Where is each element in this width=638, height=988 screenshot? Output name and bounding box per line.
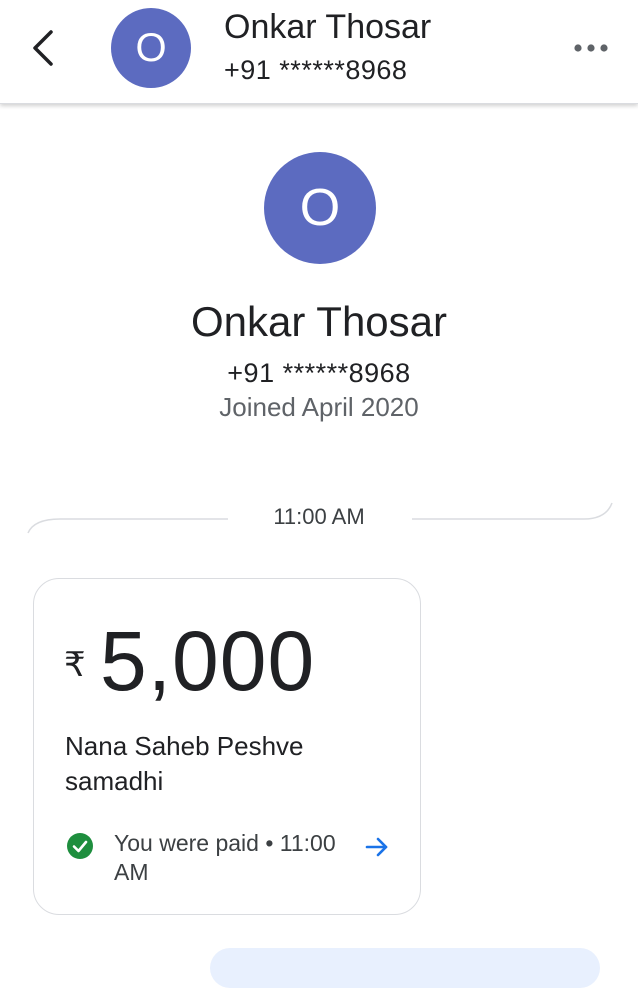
app-header: O Onkar Thosar +91 ******8968 bbox=[0, 0, 638, 104]
avatar[interactable]: O bbox=[111, 8, 191, 88]
contact-phone: +91 ******8968 bbox=[224, 55, 408, 85]
profile-phone: +91 ******8968 bbox=[227, 358, 411, 388]
payment-status: You were paid • 11:00 AM bbox=[66, 829, 406, 889]
profile-joined-date: Joined April 2020 bbox=[219, 392, 419, 422]
check-circle-icon bbox=[67, 833, 93, 859]
currency-symbol: ₹ bbox=[64, 646, 86, 684]
payment-note: Nana Saheb Peshve samadhi bbox=[65, 731, 304, 796]
payment-amount: 5,000 bbox=[100, 614, 316, 708]
profile-name: Onkar Thosar bbox=[191, 298, 447, 345]
more-horizontal-icon bbox=[574, 44, 608, 52]
back-button[interactable] bbox=[22, 24, 66, 72]
payment-status-text: You were paid • 11:00 AM bbox=[114, 830, 336, 885]
profile-avatar: O bbox=[264, 152, 376, 264]
timeline-time: 11:00 AM bbox=[273, 504, 365, 529]
more-options-button[interactable] bbox=[566, 30, 616, 66]
next-message-bubble[interactable] bbox=[210, 948, 600, 988]
chevron-left-icon bbox=[33, 30, 53, 66]
payment-card[interactable]: ₹ 5,000 Nana Saheb Peshve samadhi You we… bbox=[33, 578, 421, 915]
contact-name: Onkar Thosar bbox=[224, 8, 432, 46]
arrow-right-icon[interactable] bbox=[362, 832, 392, 862]
